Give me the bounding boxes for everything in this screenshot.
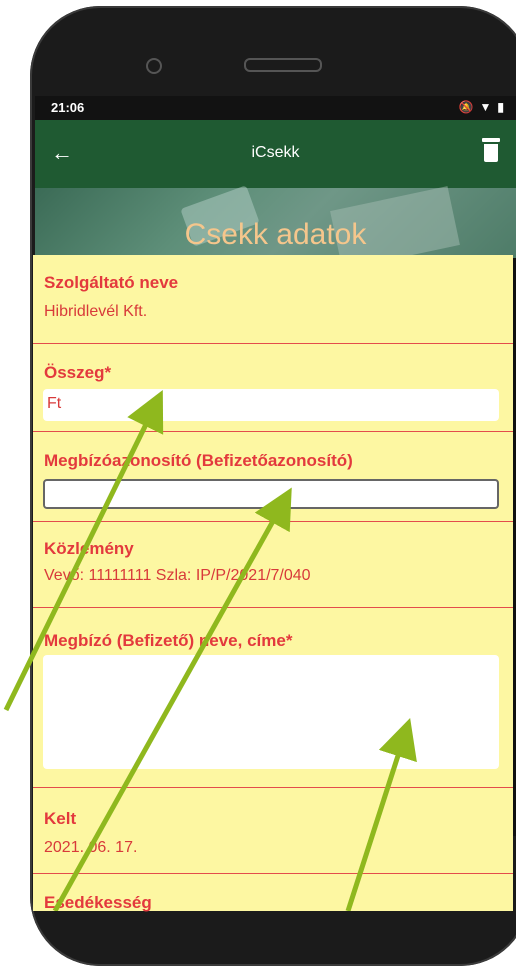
wifi-icon: ▼ — [479, 100, 492, 114]
notice-value: Vevő: 11111111 Szla: IP/P/2021/7/040 — [44, 567, 311, 584]
camera-icon — [146, 58, 162, 74]
due-section: Esedékesség — [33, 873, 513, 913]
payer-name-label: Megbízó (Befizető) neve, címe* — [44, 631, 293, 650]
page-title: Csekk adatok — [184, 218, 367, 251]
payer-id-input[interactable] — [43, 479, 499, 509]
notice-label: Közlemény — [44, 539, 134, 558]
provider-section: Szolgáltató neve Hibridlevél Kft. — [33, 255, 513, 344]
status-time: 21:06 — [51, 100, 85, 115]
bell-off-icon: 🔕 — [458, 100, 474, 114]
payer-id-label: Megbízóazonosító (Befizetőazonosító) — [44, 451, 353, 470]
date-section: Kelt 2021. 06. 17. — [33, 787, 513, 874]
due-label: Esedékesség — [44, 893, 152, 912]
app-bar: ← iCsekk — [35, 120, 516, 188]
trash-icon[interactable] — [482, 138, 500, 162]
amount-label: Összeg* — [44, 363, 112, 382]
status-icons: 🔕 ▼ ▮ — [459, 100, 504, 114]
provider-label: Szolgáltató neve — [44, 273, 179, 292]
amount-section: Összeg* Ft — [33, 343, 513, 432]
payer-id-section: Megbízóazonosító (Befizetőazonosító) — [33, 431, 513, 522]
check-form: Szolgáltató neve Hibridlevél Kft. Összeg… — [33, 255, 513, 913]
notice-section: Közlemény Vevő: 11111111 Szla: IP/P/2021… — [33, 521, 513, 608]
payer-name-input[interactable] — [43, 655, 499, 769]
battery-icon: ▮ — [497, 100, 504, 114]
app-title: iCsekk — [251, 144, 300, 161]
status-bar: 21:06 🔕 ▼ ▮ — [35, 96, 516, 120]
amount-input[interactable]: Ft — [43, 389, 499, 421]
date-label: Kelt — [44, 809, 77, 828]
speaker-grille — [244, 58, 322, 72]
date-value: 2021. 06. 17. — [44, 839, 138, 856]
payer-name-section: Megbízó (Befizető) neve, címe* — [33, 607, 513, 788]
provider-value: Hibridlevél Kft. — [44, 303, 148, 320]
